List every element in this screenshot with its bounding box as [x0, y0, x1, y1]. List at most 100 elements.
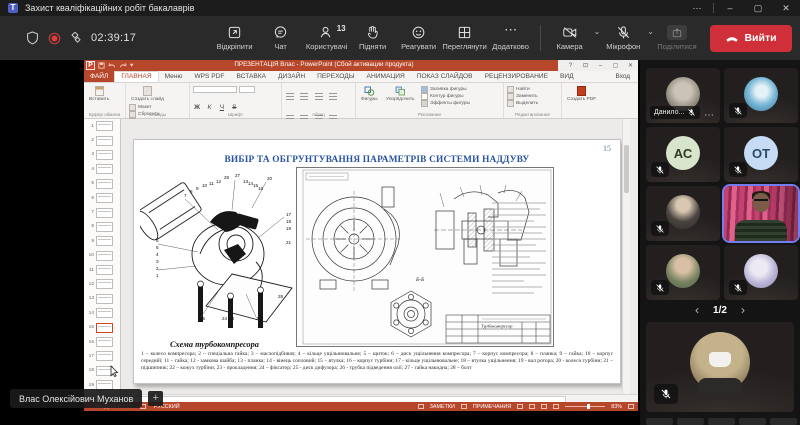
participants-button[interactable]: 13 Користувачі	[304, 25, 350, 51]
tile-more-icon[interactable]: ⋯	[704, 110, 714, 121]
shapes-button[interactable]: Фигуры	[361, 86, 378, 102]
participant-tile[interactable]: АС	[646, 127, 720, 182]
view-normal-button[interactable]	[517, 404, 523, 409]
bullets-button[interactable]	[286, 93, 294, 100]
font-name-select[interactable]	[193, 86, 237, 93]
microphone-button[interactable]: Мікрофон	[600, 25, 646, 51]
select-button[interactable]: Выделить	[507, 100, 538, 107]
shape-fill-button[interactable]: Заливка фигуры	[421, 86, 470, 93]
ppt-ribbon-options-button[interactable]: ⊡	[578, 62, 593, 69]
chat-button[interactable]: Чат	[258, 25, 304, 51]
paste-button[interactable]: Вставить	[89, 86, 109, 102]
redo-icon[interactable]	[119, 62, 127, 69]
window-maximize-button[interactable]: ▢	[744, 0, 772, 16]
fit-to-window-button[interactable]	[628, 404, 634, 409]
ribbon-tab-2[interactable]: Меню	[159, 71, 189, 82]
window-more-button[interactable]: ⋯	[683, 0, 711, 16]
slide-thumbnail-3[interactable]: 3	[84, 148, 120, 162]
horizontal-scrollbar[interactable]	[84, 394, 638, 402]
pager-next-icon[interactable]: ›	[741, 303, 745, 317]
undo-icon[interactable]	[108, 62, 116, 69]
participant-tile[interactable]: Данило... ⋯	[646, 68, 720, 123]
ribbon-tab-10[interactable]: ВИД	[554, 71, 580, 82]
shape-outline-button[interactable]: Контур фигуры	[421, 93, 470, 100]
shape-effects-button[interactable]: Эффекты фигуры	[421, 100, 470, 107]
ribbon-tab-3[interactable]: WPS PDF	[188, 71, 230, 82]
participant-tile[interactable]: ОТ	[724, 127, 798, 182]
font-size-select[interactable]	[239, 86, 255, 93]
spacing-button[interactable]	[329, 93, 337, 100]
window-minimize-button[interactable]: –	[716, 0, 744, 16]
view-reading-button[interactable]	[541, 404, 547, 409]
ribbon-tab-0[interactable]: ФАЙЛ	[84, 71, 114, 82]
new-slide-button[interactable]: Создать слайд	[131, 86, 164, 102]
create-pdf-button[interactable]: Создать PDF	[567, 86, 596, 102]
view-slideshow-button[interactable]	[553, 404, 559, 409]
participant-tile[interactable]	[646, 245, 720, 300]
slide-thumbnail-7[interactable]: 7	[84, 205, 120, 219]
slide-thumbnail-16[interactable]: 16	[84, 335, 120, 349]
ppt-help-button[interactable]: ?	[563, 63, 578, 69]
numbering-button[interactable]	[300, 93, 308, 100]
slide-thumbnail-13[interactable]: 13	[84, 292, 120, 306]
leave-button[interactable]: Вийти	[710, 25, 792, 52]
slide-thumbnail-17[interactable]: 17	[84, 349, 120, 363]
overlay-plus-button[interactable]: +	[148, 391, 163, 406]
ribbon-tab-5[interactable]: ДИЗАЙН	[272, 71, 311, 82]
replace-button[interactable]: Заменить	[507, 93, 538, 100]
vertical-scrollbar[interactable]	[622, 119, 630, 394]
ppt-close-button[interactable]: ✕	[623, 62, 638, 69]
participant-tile-large[interactable]	[646, 322, 794, 412]
ribbon-tab-1[interactable]: ГЛАВНАЯ	[114, 71, 158, 82]
react-button[interactable]: Реагувати	[396, 25, 442, 51]
arrange-button[interactable]: Упорядочить	[386, 86, 415, 102]
notes-toggle[interactable]: ЗАМЕТКИ	[430, 404, 455, 410]
slide-thumbnail-12[interactable]: 12	[84, 277, 120, 291]
ribbon-tab-9[interactable]: РЕЦЕНЗИРОВАНИЕ	[479, 71, 554, 82]
ppt-minimize-button[interactable]: –	[593, 63, 608, 69]
ppt-sign-in[interactable]: Вход	[608, 71, 638, 82]
view-sorter-button[interactable]	[529, 404, 535, 409]
layout-button[interactable]: Макет	[129, 104, 159, 111]
indent-button[interactable]	[315, 93, 323, 100]
ribbon-tab-7[interactable]: АНИМАЦИЯ	[361, 71, 411, 82]
pager-prev-icon[interactable]: ‹	[695, 303, 699, 317]
slide-thumbnail-2[interactable]: 2	[84, 133, 120, 147]
view-button[interactable]: Переглянути	[442, 25, 488, 51]
ppt-restore-button[interactable]: ▢	[608, 62, 623, 69]
ribbon-tab-6[interactable]: ПЕРЕХОДЫ	[311, 71, 360, 82]
camera-button[interactable]: Камера	[547, 25, 593, 51]
slide-thumbnail-6[interactable]: 6	[84, 191, 120, 205]
slide-thumbnail-pane[interactable]: 12345678910111213141516171819	[84, 119, 121, 394]
slide-thumbnail-14[interactable]: 14	[84, 306, 120, 320]
zoom-percent[interactable]: 83%	[611, 404, 622, 410]
slide-thumbnail-9[interactable]: 9	[84, 234, 120, 248]
zoom-slider[interactable]	[565, 406, 605, 407]
participant-tile[interactable]	[724, 245, 798, 300]
comments-toggle[interactable]: ПРИМЕЧАНИЯ	[473, 404, 511, 410]
slide-thumbnail-5[interactable]: 5	[84, 177, 120, 191]
bold-button[interactable]: Ж	[193, 104, 201, 111]
more-actions-button[interactable]: ⋯ Додатково	[488, 25, 534, 51]
save-icon[interactable]	[98, 62, 105, 69]
window-close-button[interactable]: ✕	[772, 0, 800, 16]
active-speaker-video-tile[interactable]	[724, 186, 798, 241]
underline-button[interactable]: Ч	[218, 104, 226, 111]
qat-dropdown-icon[interactable]: ▾	[130, 61, 133, 70]
slide-thumbnail-11[interactable]: 11	[84, 263, 120, 277]
slide-thumbnail-1[interactable]: 1	[84, 119, 120, 133]
ribbon-tab-4[interactable]: ВСТАВКА	[230, 71, 272, 82]
participant-tile[interactable]	[724, 68, 798, 123]
slide-thumbnail-10[interactable]: 10	[84, 249, 120, 263]
slide-thumbnail-8[interactable]: 8	[84, 220, 120, 234]
unpin-button[interactable]: Відкріпити	[212, 25, 258, 51]
camera-chevron-icon[interactable]: ⌄	[594, 27, 601, 36]
participant-tile[interactable]	[646, 186, 720, 241]
mic-chevron-icon[interactable]: ⌄	[647, 27, 654, 36]
italic-button[interactable]: К	[205, 104, 213, 111]
find-button[interactable]: Найти	[507, 86, 538, 93]
strikethrough-button[interactable]: S	[230, 104, 238, 111]
raise-hand-button[interactable]: Підняти	[350, 25, 396, 51]
slide-thumbnail-4[interactable]: 4	[84, 162, 120, 176]
slide-thumbnail-15[interactable]: 15	[84, 320, 120, 334]
